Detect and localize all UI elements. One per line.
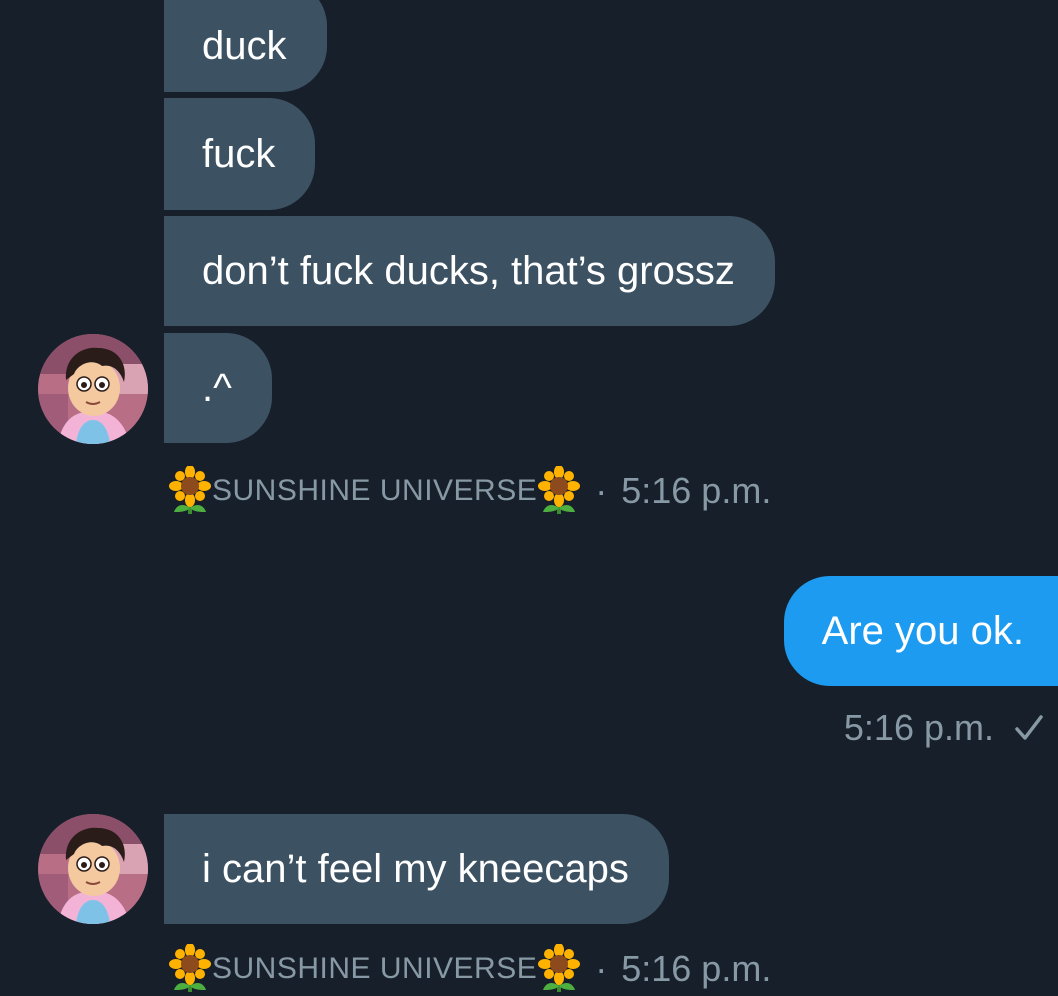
message-text: fuck: [202, 132, 276, 176]
sender-name-text: SUNSHINE UNIVERSE: [212, 952, 538, 985]
timestamp: 5:16 p.m.: [843, 707, 994, 748]
message-bubble-are-you-ok[interactable]: Are you ok.: [783, 576, 1058, 686]
sunflower-icon: [168, 944, 212, 994]
message-bubble-fuck[interactable]: fuck: [164, 98, 316, 210]
avatar-image: [38, 334, 148, 444]
sunflower-icon: [537, 944, 581, 994]
timestamp: 5:16 p.m.: [621, 948, 772, 989]
message-bubble-kneecaps[interactable]: i can’t feel my kneecaps: [164, 814, 669, 924]
avatar-image: [38, 814, 148, 924]
timestamp: 5:16 p.m.: [621, 470, 772, 511]
message-bubble-caret[interactable]: .^: [164, 333, 272, 443]
message-text: i can’t feel my kneecaps: [202, 847, 629, 891]
sunflower-icon: [537, 466, 581, 516]
message-meta: 5:16 p.m.: [844, 710, 1044, 746]
separator-dot: ·: [595, 470, 608, 511]
check-icon: [1014, 713, 1044, 743]
sender-name[interactable]: SUNSHINE UNIVERSE: [168, 466, 581, 516]
message-meta: SUNSHINE UNIVERSE · 5:16 p.m.: [168, 466, 771, 516]
message-text: duck: [202, 24, 287, 68]
message-bubble-duck[interactable]: duck: [164, 0, 327, 92]
avatar[interactable]: [38, 334, 148, 444]
message-bubble-dont-fuck-ducks[interactable]: don’t fuck ducks, that’s grossz: [164, 216, 775, 326]
message-text: .^: [202, 366, 232, 410]
sender-name-text: SUNSHINE UNIVERSE: [212, 474, 538, 507]
message-text: don’t fuck ducks, that’s grossz: [202, 249, 735, 293]
sender-name[interactable]: SUNSHINE UNIVERSE: [168, 944, 581, 994]
separator-dot: ·: [595, 948, 608, 989]
sunflower-icon: [168, 466, 212, 516]
avatar[interactable]: [38, 814, 148, 924]
message-text: Are you ok.: [821, 609, 1024, 653]
message-meta: SUNSHINE UNIVERSE · 5:16 p.m.: [168, 944, 771, 994]
